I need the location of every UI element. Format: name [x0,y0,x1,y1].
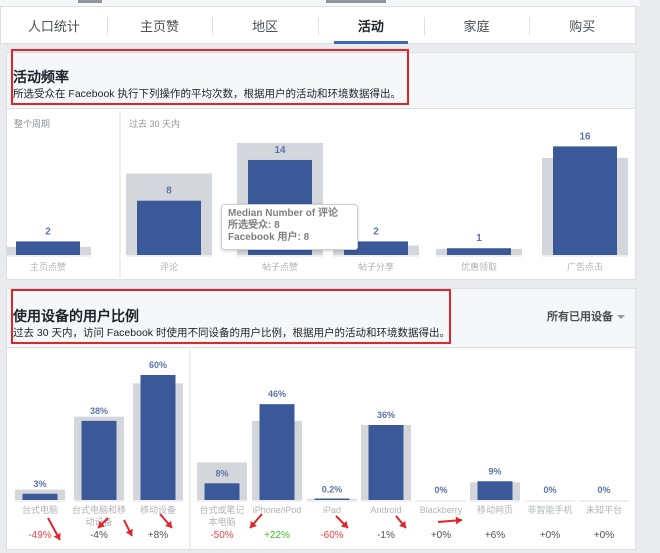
bar-value-label: 2 [373,226,379,237]
bar-value-label: 8% [215,468,228,478]
tab-household[interactable]: 家庭 [423,7,530,43]
category-label: 广告点击 [567,261,603,272]
tab-purchase[interactable]: 购买 [529,7,635,43]
bar-value-label: 2 [45,226,51,237]
audience-bar [16,241,80,255]
right-group-caption: 过去 30 天内 [129,118,180,129]
tab-activity[interactable]: 活动 [318,7,424,44]
category-label: 台式电脑和移 [72,504,126,515]
bar-tooltip: Median Number of 评论 所选受众: 8 Facebook 用户:… [221,204,358,250]
audience-tabs: 人口统计 主页赞 地区 活动 家庭 购买 [0,6,636,44]
bar-value-label: 0% [597,485,610,495]
audience-bar [137,200,201,255]
bar-value-label: 9% [488,466,501,476]
bar-value-label: 36% [377,410,395,420]
category-label: 帖子分享 [358,261,394,272]
tooltip-facebook-users: Facebook 用户: 8 [228,232,310,243]
category-label: 评论 [160,261,178,272]
tab-demographics[interactable]: 人口统计 [1,7,107,43]
audience-bar [140,375,176,500]
audience-bar [204,483,240,500]
category-label: 移动设备 [140,504,176,515]
tooltip-selected-audience: 所选受众: 8 [228,220,280,231]
category-label: 非智能手机 [527,504,572,515]
bar-value-label: 60% [149,360,167,370]
category-label: 本电脑 [208,516,235,527]
audience-bar [447,248,511,255]
category-label: 主页点赞 [30,261,66,272]
cropped-text [78,0,102,3]
bar-value-label: 3% [33,479,46,489]
comparison-value: -4% [90,530,108,541]
category-label: 台式电脑 [22,504,58,515]
comparison-value: +8% [148,530,168,541]
comparison-value: +0% [540,530,560,541]
comparison-value: +6% [485,530,505,541]
bar-value-label: 0% [434,485,447,495]
tab-page-likes[interactable]: 主页赞 [106,7,213,43]
comparison-value: -1% [377,530,395,541]
bar-value-label: 0% [543,485,556,495]
category-label: 动设备 [85,516,112,527]
comparison-value: -49% [28,530,51,541]
comparison-value: -60% [320,530,343,541]
comparison-value: +0% [431,530,451,541]
audience-bar [553,146,617,255]
category-label: iPad [323,505,341,515]
comparison-value: +0% [594,530,614,541]
category-label: 未知平台 [586,504,622,515]
tooltip-title: Median Number of 评论 [228,208,339,219]
audience-bar [314,498,350,500]
audience-bar [259,404,295,500]
comparison-value: +22% [264,530,290,541]
category-label: Android [370,505,401,515]
bar-value-label: 14 [274,145,286,156]
annotation-box-activity [11,49,409,105]
bar-value-label: 38% [90,406,108,416]
category-label: Blackberry [420,505,463,515]
comparison-value: -50% [210,530,233,541]
category-label: 移动网页 [477,504,513,515]
category-label: iPhone/iPod [253,505,302,515]
category-label: 帖子点赞 [262,261,298,272]
bar-value-label: 16 [579,131,591,142]
bar-value-label: 46% [268,389,286,399]
tab-location[interactable]: 地区 [212,7,318,43]
left-group-caption: 整个周期 [14,118,50,129]
category-label: 台式或笔记 [199,504,244,515]
annotation-box-devices [11,289,451,344]
audience-bar [22,493,58,500]
page-scrollbar[interactable] [640,0,660,553]
audience-bar [81,420,117,500]
audience-bar [477,481,513,500]
bar-value-label: 1 [476,233,482,244]
bar-value-label: 0.2% [322,485,343,495]
cropped-text [326,0,386,3]
bar-value-label: 8 [166,186,172,197]
category-label: 优惠领取 [461,261,497,272]
audience-bar [368,425,404,500]
